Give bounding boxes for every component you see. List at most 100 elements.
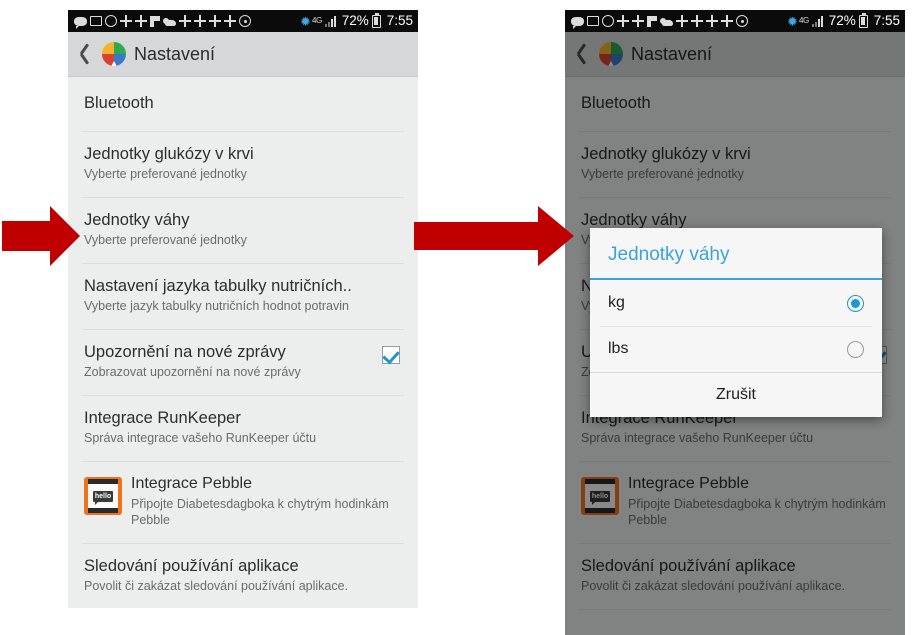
cloud-upload-icon — [660, 16, 673, 26]
list-item-runkeeper-integration[interactable]: Integrace RunKeeper Správa integrace vaš… — [68, 395, 418, 461]
app-logo-person-glyph — [107, 44, 121, 66]
status-bar-left: ✹ 4G 72% 7:55 — [68, 10, 418, 32]
status-bar-system-icons: ✹ 4G 72% 7:55 — [787, 12, 900, 29]
list-item-subtitle: Připojte Diabetesdagboka k chytrým hodin… — [628, 497, 886, 527]
sms-icon — [74, 16, 87, 29]
list-item-title: Upozornění na nové zprávy — [84, 343, 286, 361]
person-circle-icon — [105, 15, 117, 27]
pebble-watch-icon: hello — [84, 477, 122, 515]
sync-icon — [691, 15, 703, 27]
list-item-title: Integrace RunKeeper — [84, 409, 241, 427]
list-item-title: Jednotky váhy — [84, 211, 190, 229]
sync-icon — [721, 15, 733, 27]
page-title: Nastavení — [631, 43, 713, 64]
list-item-subtitle: Vyberte preferované jednotky — [581, 167, 744, 181]
notifications-checkbox[interactable] — [382, 346, 400, 364]
list-item-weight-units[interactable]: Jednotky váhy Vyberte preferované jednot… — [68, 197, 418, 263]
target-icon — [239, 15, 251, 27]
red-arrow-step-transition — [414, 206, 574, 266]
list-bottom-spacer — [565, 609, 905, 633]
radio-button-kg[interactable] — [847, 294, 864, 312]
list-item-title: Jednotky glukózy v krvi — [581, 145, 751, 163]
pebble-hello-label: hello — [92, 490, 114, 505]
back-chevron-icon[interactable] — [78, 42, 94, 66]
flag-icon — [150, 15, 160, 27]
list-item-glucose-units[interactable]: Jednotky glukózy v krvi Vyberte preferov… — [565, 131, 905, 197]
app-logo-person-glyph — [604, 44, 618, 66]
dialog-option-label: lbs — [608, 340, 629, 357]
page-title: Nastavení — [134, 43, 216, 64]
list-item-pebble-integration[interactable]: hello Integrace Pebble Připojte Diabetes… — [68, 461, 418, 543]
list-item-subtitle: Zobrazovat upozornění na nové zprávy — [84, 365, 301, 379]
list-item-subtitle: Vyberte jazyk tabulky nutričních hodnot … — [84, 299, 349, 313]
list-item-title: Integrace Pebble — [131, 475, 252, 492]
list-item-bluetooth[interactable]: Bluetooth — [68, 77, 418, 131]
list-item-title: Bluetooth — [84, 94, 154, 112]
action-bar-left: Nastavení — [68, 32, 418, 77]
list-item-subtitle: Správa integrace vašeho RunKeeper účtu — [581, 431, 814, 445]
network-4g-icon: 4G — [312, 16, 322, 25]
list-item-subtitle: Připojte Diabetesdagboka k chytrým hodin… — [131, 497, 389, 527]
list-item-title: Sledování používání aplikace — [581, 557, 796, 575]
list-item-subtitle: Vyberte preferované jednotky — [84, 233, 247, 247]
status-bar-system-icons: ✹ 4G 72% 7:55 — [300, 12, 413, 29]
network-4g-icon: 4G — [799, 16, 809, 25]
list-item-app-usage-tracking[interactable]: Sledování používání aplikace Povolit či … — [565, 543, 905, 609]
phone-screen-after: ✹ 4G 72% 7:55 Nastavení Bluetooth Jednot… — [565, 10, 905, 635]
bluetooth-icon: ✹ — [300, 13, 311, 29]
list-item-app-usage-tracking[interactable]: Sledování používání aplikace Povolit či … — [68, 543, 418, 608]
list-item-subtitle: Povolit či zakázat sledování používání a… — [84, 579, 349, 593]
battery-percent-label: 72% — [828, 13, 856, 29]
battery-percent-label: 72% — [341, 13, 369, 29]
signal-bars-icon — [811, 15, 825, 27]
list-item-subtitle: Vyberte preferované jednotky — [84, 167, 247, 181]
list-item-title: Jednotky váhy — [581, 211, 687, 229]
flag-icon — [647, 15, 657, 27]
signal-bars-icon — [324, 15, 338, 27]
list-item-title: Bluetooth — [581, 94, 651, 112]
battery-charging-icon — [371, 12, 381, 28]
list-item-pebble-integration[interactable]: hello Integrace Pebble Připojte Diabetes… — [565, 461, 905, 543]
status-bar-clock: 7:55 — [386, 13, 413, 29]
action-bar-right: Nastavení — [565, 32, 905, 77]
status-bar-notification-icons — [571, 15, 748, 29]
sync-icon — [706, 15, 718, 27]
pebble-watch-icon: hello — [581, 477, 619, 515]
status-bar-notification-icons — [74, 15, 251, 29]
pebble-hello-label: hello — [589, 490, 611, 505]
back-chevron-icon[interactable] — [575, 42, 591, 66]
list-item-new-message-notifications[interactable]: Upozornění na nové zprávy Zobrazovat upo… — [68, 329, 418, 395]
sync-icon — [224, 15, 236, 27]
dialog-option-kg[interactable]: kg — [590, 280, 882, 326]
list-item-title: Jednotky glukózy v krvi — [84, 145, 254, 163]
sync-icon — [194, 15, 206, 27]
sms-icon — [571, 16, 584, 29]
image-icon — [90, 16, 102, 26]
list-item-subtitle: Povolit či zakázat sledování používání a… — [581, 579, 846, 593]
person-circle-icon — [602, 15, 614, 27]
app-logo-icon — [102, 42, 126, 66]
battery-charging-icon — [858, 12, 868, 28]
sync-icon — [209, 15, 221, 27]
list-item-nutrition-table-language[interactable]: Nastavení jazyka tabulky nutričních.. Vy… — [68, 263, 418, 329]
red-arrow-pointing-to-jednotky-vahy — [2, 206, 80, 266]
dialog-title: Jednotky váhy — [608, 244, 730, 265]
cancel-button[interactable]: Zrušit — [590, 373, 882, 417]
list-item-glucose-units[interactable]: Jednotky glukózy v krvi Vyberte preferov… — [68, 131, 418, 197]
sync-icon — [617, 15, 629, 27]
screenshot-stage: ✹ 4G 72% 7:55 Nastavení Bluetooth Jednot… — [0, 0, 920, 635]
list-item-title: Sledování používání aplikace — [84, 557, 299, 575]
radio-button-lbs[interactable] — [847, 340, 864, 358]
weight-units-dialog: Jednotky váhy kg lbs Zrušit — [590, 228, 882, 417]
sync-icon — [179, 15, 191, 27]
app-logo-icon — [599, 42, 623, 66]
list-item-subtitle: Správa integrace vašeho RunKeeper účtu — [84, 431, 317, 445]
phone-screen-before: ✹ 4G 72% 7:55 Nastavení Bluetooth Jednot… — [68, 10, 418, 608]
dialog-option-lbs[interactable]: lbs — [590, 326, 882, 372]
sync-icon — [120, 15, 132, 27]
list-item-bluetooth[interactable]: Bluetooth — [565, 77, 905, 131]
image-icon — [587, 16, 599, 26]
sync-icon — [676, 15, 688, 27]
settings-list-left: Bluetooth Jednotky glukózy v krvi Vybert… — [68, 77, 418, 608]
status-bar-clock: 7:55 — [873, 13, 900, 29]
